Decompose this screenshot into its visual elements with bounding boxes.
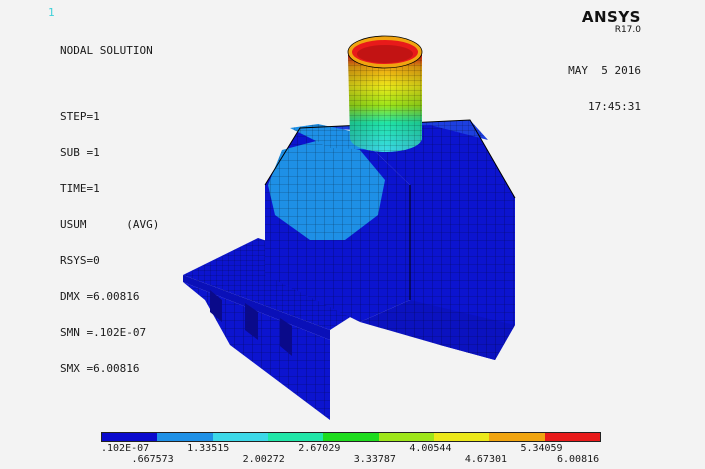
legend-swatch bbox=[212, 433, 268, 441]
legend-tick-label: 2.67029 bbox=[298, 443, 341, 454]
legend-swatch bbox=[378, 433, 434, 441]
legend-tick-label: .102E-07 bbox=[101, 443, 150, 454]
legend-tick-label: .667573 bbox=[131, 454, 174, 465]
legend-swatch bbox=[157, 433, 213, 441]
legend-tick-label: 6.00816 bbox=[557, 454, 600, 465]
legend-tick-label: 1.33515 bbox=[187, 443, 230, 454]
legend-tick-label: 3.33787 bbox=[353, 454, 396, 465]
legend-tick-label: 4.00544 bbox=[409, 443, 452, 454]
legend-color-bar bbox=[101, 432, 601, 442]
legend-swatch bbox=[102, 433, 158, 441]
legend-swatch bbox=[433, 433, 490, 441]
legend-tick-label: 2.00272 bbox=[242, 454, 285, 465]
nozzle-tube bbox=[347, 35, 423, 152]
fea-model-view[interactable] bbox=[0, 0, 705, 430]
legend-swatch bbox=[323, 433, 379, 441]
legend-tick-label: 5.34059 bbox=[520, 443, 563, 454]
legend-swatch bbox=[489, 433, 545, 441]
legend-tick-label: 4.67301 bbox=[464, 454, 508, 465]
legend-swatch bbox=[267, 433, 324, 441]
legend-swatch bbox=[544, 433, 600, 441]
